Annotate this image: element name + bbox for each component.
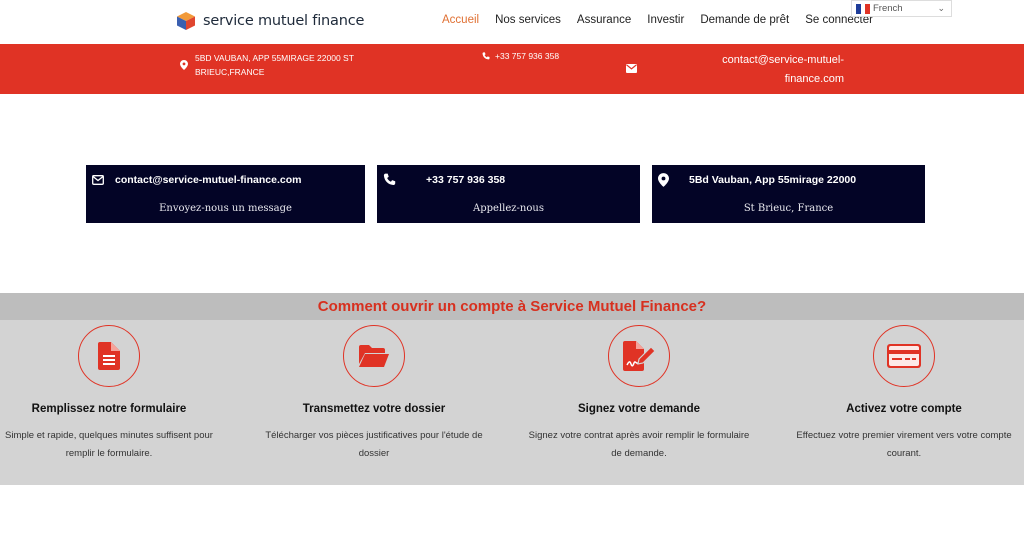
card-address-subtitle: St Brieuc, France: [743, 203, 834, 214]
step-description: Simple et rapide, quelques minutes suffi…: [0, 427, 229, 463]
cube-logo-icon: [177, 12, 195, 30]
topbar-address-line2: BRIEUC,FRANCE: [195, 67, 265, 77]
nav-item-demande-de-pret[interactable]: Demande de prêt: [700, 14, 789, 26]
topbar-phone-number: +33 757 936 358: [495, 51, 560, 61]
folder-open-icon: [359, 345, 389, 367]
topbar-phone[interactable]: +33 757 936 358: [482, 51, 559, 61]
step-description: Signez votre contrat après avoir remplir…: [519, 427, 759, 463]
step-description-line2: dossier: [358, 448, 390, 459]
step-description: Effectuez votre premier virement vers vo…: [784, 427, 1024, 463]
document-icon: [98, 342, 120, 370]
step-description-line1: Télécharger vos pièces justificatives po…: [265, 430, 483, 441]
brand-logo[interactable]: service mutuel finance: [176, 11, 364, 31]
map-pin-icon: [658, 173, 669, 187]
contact-topbar: 5BD VAUBAN, APP 55MIRAGE 22000 ST BRIEUC…: [0, 44, 1024, 94]
step-icon-circle: [343, 325, 405, 387]
site-header: service mutuel finance Accueil Nos servi…: [0, 0, 1024, 44]
nav-item-investir[interactable]: Investir: [647, 14, 684, 26]
step-description-line2: de demande.: [611, 448, 667, 459]
topbar-address: 5BD VAUBAN, APP 55MIRAGE 22000 ST BRIEUC…: [180, 51, 360, 79]
step-title: Activez votre compte: [846, 403, 962, 415]
card-address-title: 5Bd Vauban, App 55mirage 22000: [689, 174, 857, 186]
map-pin-icon: [180, 60, 188, 70]
step-description: Télécharger vos pièces justificatives po…: [254, 427, 494, 463]
step-icon-circle: [873, 325, 935, 387]
topbar-address-line1: 5BD VAUBAN, APP 55MIRAGE 22000 ST: [195, 53, 354, 63]
account-steps-section: Comment ouvrir un compte à Service Mutue…: [0, 293, 1024, 485]
step-description-line2: courant.: [886, 448, 922, 459]
step-description-line1: Signez votre contrat après avoir remplir…: [528, 430, 750, 441]
signature-icon: [623, 341, 656, 371]
nav-item-assurance[interactable]: Assurance: [577, 14, 631, 26]
steps-header: Comment ouvrir un compte à Service Mutue…: [0, 293, 1024, 320]
language-select[interactable]: French ⌄: [851, 0, 952, 17]
step-description-line1: Simple et rapide, quelques minutes suffi…: [5, 430, 213, 441]
nav-item-nos-services[interactable]: Nos services: [495, 14, 561, 26]
topbar-email-line2: finance.com: [784, 73, 844, 85]
step-send-file: Transmettez votre dossier Télécharger vo…: [254, 325, 494, 463]
step-title: Signez votre demande: [577, 403, 701, 415]
card-email-title: contact@service-mutuel-finance.com: [115, 174, 302, 186]
step-sign-request: Signez votre demande Signez votre contra…: [519, 325, 759, 463]
card-email-subtitle: Envoyez-nous un message: [159, 203, 292, 214]
step-description-line1: Effectuez votre premier virement vers vo…: [796, 430, 1012, 441]
credit-card-icon: [887, 344, 921, 368]
card-phone-subtitle: Appellez-nous: [473, 203, 544, 214]
step-title: Transmettez votre dossier: [302, 403, 446, 415]
envelope-icon: [626, 64, 637, 73]
step-description-line2: remplir le formulaire.: [65, 448, 153, 459]
step-fill-form: Remplissez notre formulaire Simple et ra…: [0, 325, 229, 463]
phone-icon: [383, 173, 396, 185]
language-label: French: [873, 3, 903, 14]
phone-icon: [482, 52, 490, 60]
chevron-down-icon: ⌄: [937, 3, 945, 13]
main-nav: Accueil Nos services Assurance Investir …: [442, 14, 889, 26]
french-flag-icon: [856, 3, 871, 14]
step-icon-circle: [608, 325, 670, 387]
card-phone-title: +33 757 936 358: [426, 174, 506, 186]
step-title: Remplissez notre formulaire: [31, 403, 187, 415]
contact-card-address[interactable]: 5Bd Vauban, App 55mirage 22000 St Brieuc…: [652, 165, 925, 223]
step-icon-circle: [78, 325, 140, 387]
nav-item-accueil[interactable]: Accueil: [442, 14, 479, 26]
steps-heading: Comment ouvrir un compte à Service Mutue…: [317, 298, 707, 315]
topbar-email-line1: contact@service-mutuel-: [722, 54, 844, 66]
contact-card-email[interactable]: contact@service-mutuel-finance.com Envoy…: [86, 165, 365, 223]
topbar-email[interactable]: contact@service-mutuel- finance.com: [688, 51, 844, 89]
brand-name: service mutuel finance: [203, 13, 365, 29]
contact-card-phone[interactable]: +33 757 936 358 Appellez-nous: [377, 165, 640, 223]
step-activate-account: Activez votre compte Effectuez votre pre…: [784, 325, 1024, 463]
envelope-icon: [92, 175, 104, 185]
